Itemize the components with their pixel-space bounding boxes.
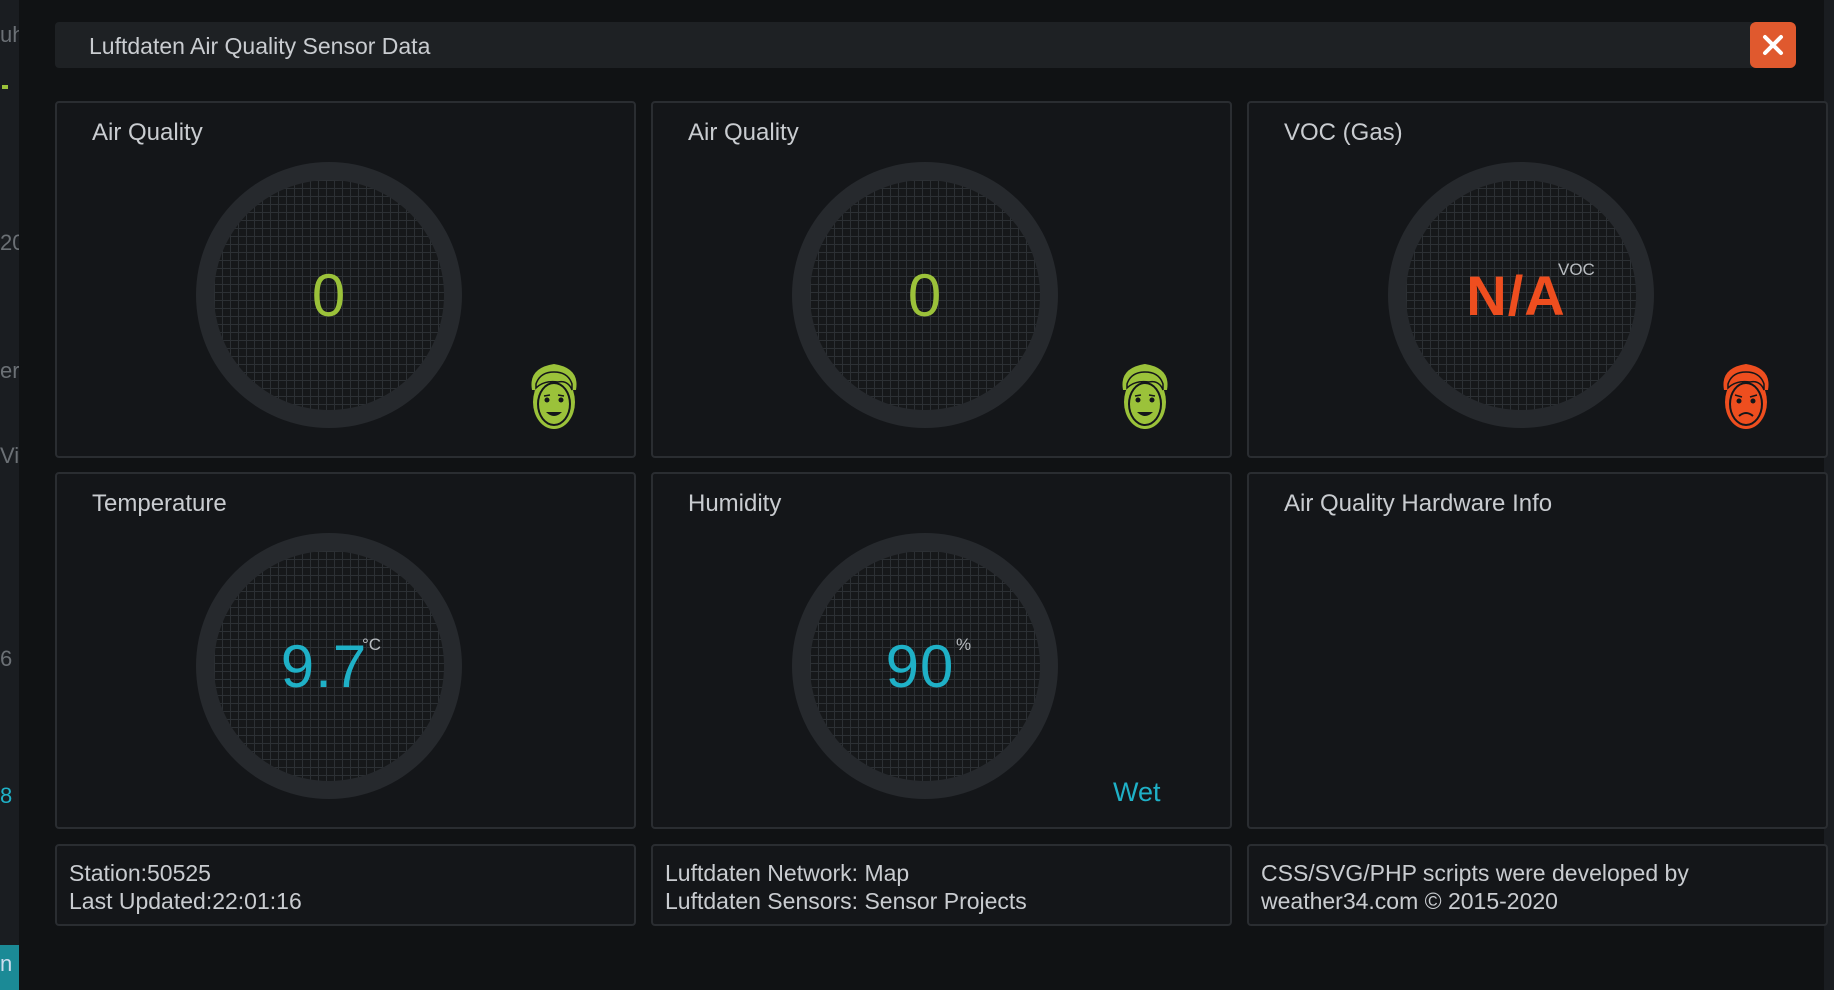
gauge-grid: 0: [810, 180, 1040, 410]
card-title: VOC (Gas): [1284, 119, 1403, 146]
gauge-unit: °C: [362, 635, 382, 654]
sensors-link[interactable]: Luftdaten Sensors: Sensor Projects: [665, 887, 1218, 915]
background-bar: n: [0, 945, 19, 990]
background-fragment: 8: [0, 783, 13, 808]
card-title: Air Quality Hardware Info: [1284, 490, 1553, 517]
network-link[interactable]: Luftdaten Network: Map: [665, 859, 1218, 887]
gauge-value: 90: [885, 632, 955, 700]
gauge-value: 0: [311, 261, 347, 329]
air-quality-card-2: Air Quality 0: [651, 101, 1232, 458]
gauge-value: 0: [907, 261, 943, 329]
background-marker: [2, 85, 8, 89]
gauge-value: N/A: [1466, 263, 1566, 327]
card-title: Air Quality: [92, 119, 203, 146]
close-icon: [1763, 35, 1783, 55]
close-button[interactable]: [1750, 22, 1796, 68]
gauge-grid: 9.7 °C: [214, 551, 444, 781]
credits-link[interactable]: weather34.com © 2015-2020: [1261, 887, 1814, 915]
network-info: Luftdaten Network: Map Luftdaten Sensors…: [651, 844, 1232, 926]
background-fragment: 20: [0, 230, 19, 255]
credits-line: CSS/SVG/PHP scripts were developed by: [1261, 860, 1689, 886]
dialog-title: Luftdaten Air Quality Sensor Data: [89, 33, 431, 59]
credits-info: CSS/SVG/PHP scripts were developed by we…: [1247, 844, 1828, 926]
card-title: Temperature: [92, 490, 227, 517]
background-fragment: 6: [0, 646, 13, 671]
sad-face-icon: [1723, 364, 1769, 429]
gauge-unit: VOC: [1558, 260, 1595, 279]
voc-gas-card: VOC (Gas) N/A VOC: [1247, 101, 1828, 458]
background-fragment: uh: [0, 22, 19, 47]
background-fragment: n: [0, 951, 13, 976]
station-info: Station:50525 Last Updated:22:01:16: [55, 844, 636, 926]
humidity-gauge: 90 %: [792, 533, 1058, 799]
humidity-card: Humidity 90 % Wet: [651, 472, 1232, 829]
sensor-data-dialog: Luftdaten Air Quality Sensor Data Air Qu…: [19, 0, 1828, 990]
background-page-edge: uh 20 er Vir 6 8 n: [0, 0, 19, 990]
air-quality-card-1: Air Quality 0: [55, 101, 636, 458]
background-fragment: er: [0, 358, 19, 383]
temperature-gauge: 9.7 °C: [196, 533, 462, 799]
last-updated: Last Updated:22:01:16: [69, 888, 302, 914]
air-quality-gauge: 0: [792, 162, 1058, 428]
gauge-grid: 0: [214, 180, 444, 410]
voc-gauge: N/A VOC: [1388, 162, 1654, 428]
air-quality-gauge: 0: [196, 162, 462, 428]
temperature-card: Temperature 9.7 °C: [55, 472, 636, 829]
background-fragment: Vir: [0, 443, 19, 468]
card-title: Air Quality: [688, 119, 799, 146]
happy-face-icon: [1122, 364, 1168, 429]
gauge-grid: N/A VOC: [1406, 180, 1636, 410]
humidity-status: Wet: [1113, 777, 1161, 807]
gauge-grid: 90 %: [810, 551, 1040, 781]
gauge-unit: %: [956, 635, 972, 654]
card-title: Humidity: [688, 490, 782, 517]
happy-face-icon: [531, 364, 577, 429]
hardware-info-card: Air Quality Hardware Info: [1247, 472, 1828, 829]
dialog-title-bar: Luftdaten Air Quality Sensor Data: [55, 22, 1755, 68]
station-id: Station:50525: [69, 860, 211, 886]
gauge-value: 9.7: [280, 632, 368, 700]
